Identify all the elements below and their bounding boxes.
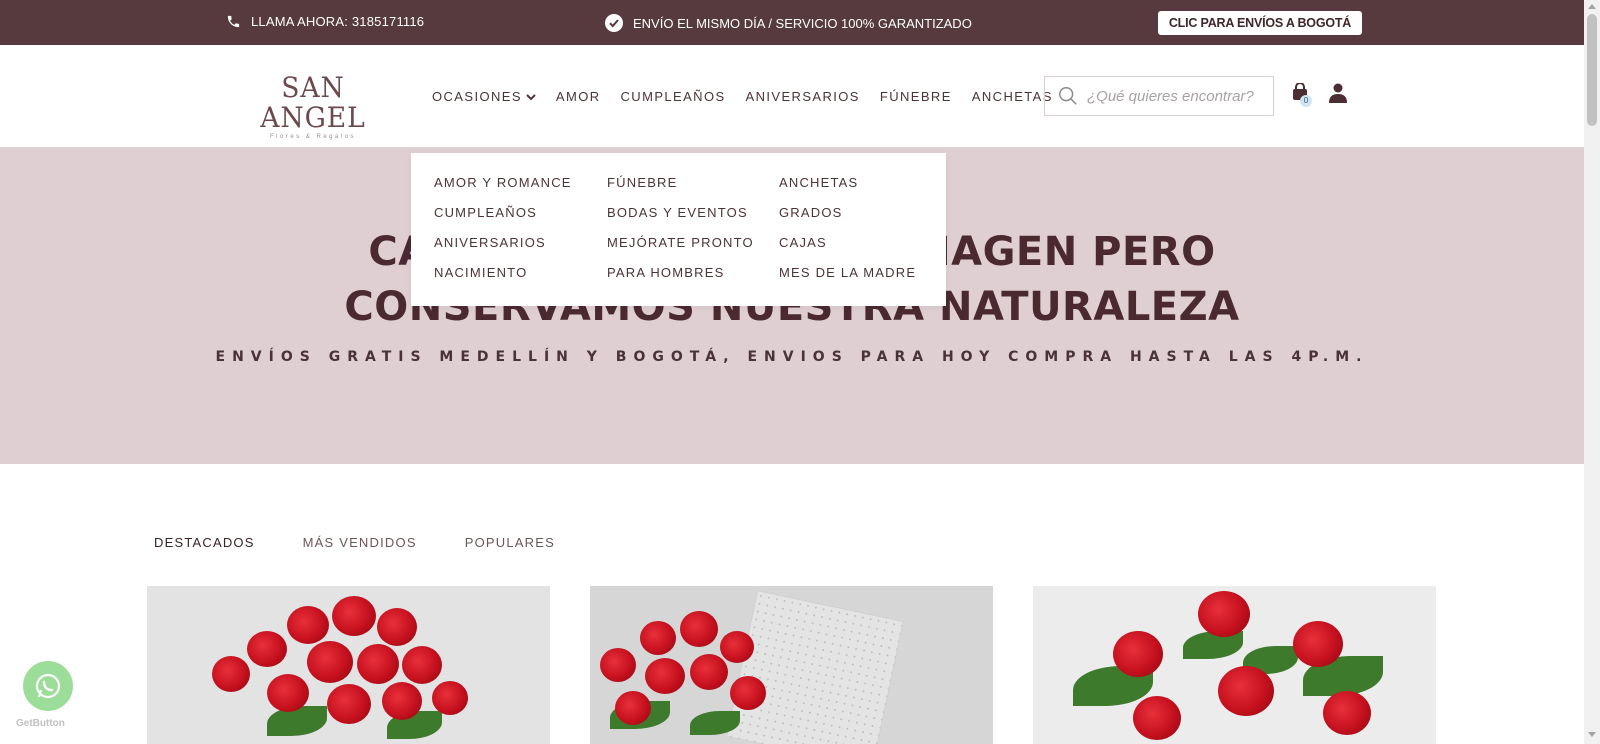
logo-subtitle: Flores & Regalos bbox=[269, 134, 357, 140]
nav-label: ANIVERSARIOS bbox=[745, 89, 860, 104]
nav-label: FÚNEBRE bbox=[879, 89, 952, 104]
check-circle-icon bbox=[605, 14, 623, 32]
getbutton-label: GetButton bbox=[16, 718, 65, 729]
dropdown-item[interactable]: MES DE LA MADRE bbox=[779, 264, 916, 294]
nav-item-funebre[interactable]: FÚNEBRE bbox=[880, 89, 952, 104]
product-card-image[interactable] bbox=[1033, 586, 1436, 744]
product-tabs: DESTACADOS MÁS VENDIDOS POPULARES bbox=[154, 535, 603, 550]
whatsapp-button[interactable] bbox=[23, 661, 73, 711]
scroll-thumb[interactable] bbox=[1587, 14, 1597, 126]
search-icon[interactable] bbox=[1057, 85, 1079, 107]
main-nav: OCASIONES AMOR CUMPLEAÑOS ANIVERSARIOS F… bbox=[432, 89, 1073, 104]
nav-item-ocasiones[interactable]: OCASIONES bbox=[432, 89, 536, 104]
dropdown-column-1: AMOR Y ROMANCE CUMPLEAÑOS ANIVERSARIOS N… bbox=[434, 174, 572, 294]
call-now[interactable]: LLAMA AHORA: 3185171116 bbox=[226, 14, 424, 29]
nav-item-aniversarios[interactable]: ANIVERSARIOS bbox=[746, 89, 860, 104]
call-now-text: LLAMA AHORA: 3185171116 bbox=[251, 14, 425, 29]
tab-mas-vendidos[interactable]: MÁS VENDIDOS bbox=[303, 535, 417, 550]
chevron-down-icon bbox=[526, 93, 536, 100]
phone-icon bbox=[227, 15, 240, 28]
dropdown-item[interactable]: ANIVERSARIOS bbox=[434, 234, 572, 264]
tab-destacados[interactable]: DESTACADOS bbox=[154, 535, 255, 550]
delivery-promise-text: ENVÍO EL MISMO DÍA / SERVICIO 100% GARAN… bbox=[633, 15, 972, 31]
top-bar: LLAMA AHORA: 3185171116 ENVÍO EL MISMO D… bbox=[0, 0, 1584, 45]
cart-count-badge: 0 bbox=[1300, 95, 1312, 107]
user-icon bbox=[1329, 83, 1347, 103]
dropdown-item[interactable]: CUMPLEAÑOS bbox=[434, 204, 572, 234]
nav-item-amor[interactable]: AMOR bbox=[556, 89, 601, 104]
nav-label: OCASIONES bbox=[432, 89, 522, 104]
nav-item-cumpleanos[interactable]: CUMPLEAÑOS bbox=[621, 89, 726, 104]
nav-label: AMOR bbox=[555, 89, 601, 104]
site-header: SAN ANGEL Flores & Regalos OCASIONES AMO… bbox=[0, 45, 1584, 147]
nav-label: CUMPLEAÑOS bbox=[620, 89, 726, 104]
ocasiones-dropdown: AMOR Y ROMANCE CUMPLEAÑOS ANIVERSARIOS N… bbox=[411, 153, 946, 306]
tab-populares[interactable]: POPULARES bbox=[465, 535, 555, 550]
dropdown-item[interactable]: CAJAS bbox=[779, 234, 916, 264]
dropdown-item[interactable]: NACIMIENTO bbox=[434, 264, 572, 294]
dropdown-item[interactable]: FÚNEBRE bbox=[607, 174, 754, 204]
bogota-shipping-button[interactable]: CLIC PARA ENVÍOS A BOGOTÁ bbox=[1158, 11, 1362, 35]
dropdown-item[interactable]: AMOR Y ROMANCE bbox=[434, 174, 572, 204]
product-card-image[interactable] bbox=[147, 586, 550, 744]
dropdown-item[interactable]: MEJÓRATE PRONTO bbox=[607, 234, 754, 264]
whatsapp-icon bbox=[35, 673, 61, 699]
dropdown-item[interactable]: ANCHETAS bbox=[779, 174, 916, 204]
dropdown-column-2: FÚNEBRE BODAS Y EVENTOS MEJÓRATE PRONTO … bbox=[607, 174, 754, 294]
hero-subtitle: ENVÍOS GRATIS MEDELLÍN Y BOGOTÁ, ENVIOS … bbox=[215, 349, 1369, 365]
scroll-up-arrow-icon[interactable] bbox=[1588, 4, 1596, 9]
nav-item-anchetas[interactable]: ANCHETAS bbox=[972, 89, 1053, 104]
cart-button[interactable]: 0 bbox=[1292, 82, 1312, 107]
page-scrollbar[interactable] bbox=[1584, 0, 1600, 744]
account-button[interactable] bbox=[1329, 83, 1347, 108]
delivery-promise: ENVÍO EL MISMO DÍA / SERVICIO 100% GARAN… bbox=[605, 14, 972, 32]
dropdown-column-3: ANCHETAS GRADOS CAJAS MES DE LA MADRE bbox=[779, 174, 916, 294]
getbutton-credit[interactable]: GetButton bbox=[16, 718, 65, 729]
nav-label: ANCHETAS bbox=[971, 89, 1053, 104]
product-card-image[interactable] bbox=[590, 586, 993, 744]
search-input[interactable] bbox=[1087, 87, 1267, 105]
dropdown-item[interactable]: GRADOS bbox=[779, 204, 916, 234]
logo-title: SAN ANGEL bbox=[260, 71, 366, 134]
site-logo[interactable]: SAN ANGEL Flores & Regalos bbox=[228, 71, 398, 141]
dropdown-item[interactable]: BODAS Y EVENTOS bbox=[607, 204, 754, 234]
search-box bbox=[1044, 76, 1274, 116]
scroll-down-arrow-icon[interactable] bbox=[1588, 732, 1596, 737]
dropdown-item[interactable]: PARA HOMBRES bbox=[607, 264, 754, 294]
